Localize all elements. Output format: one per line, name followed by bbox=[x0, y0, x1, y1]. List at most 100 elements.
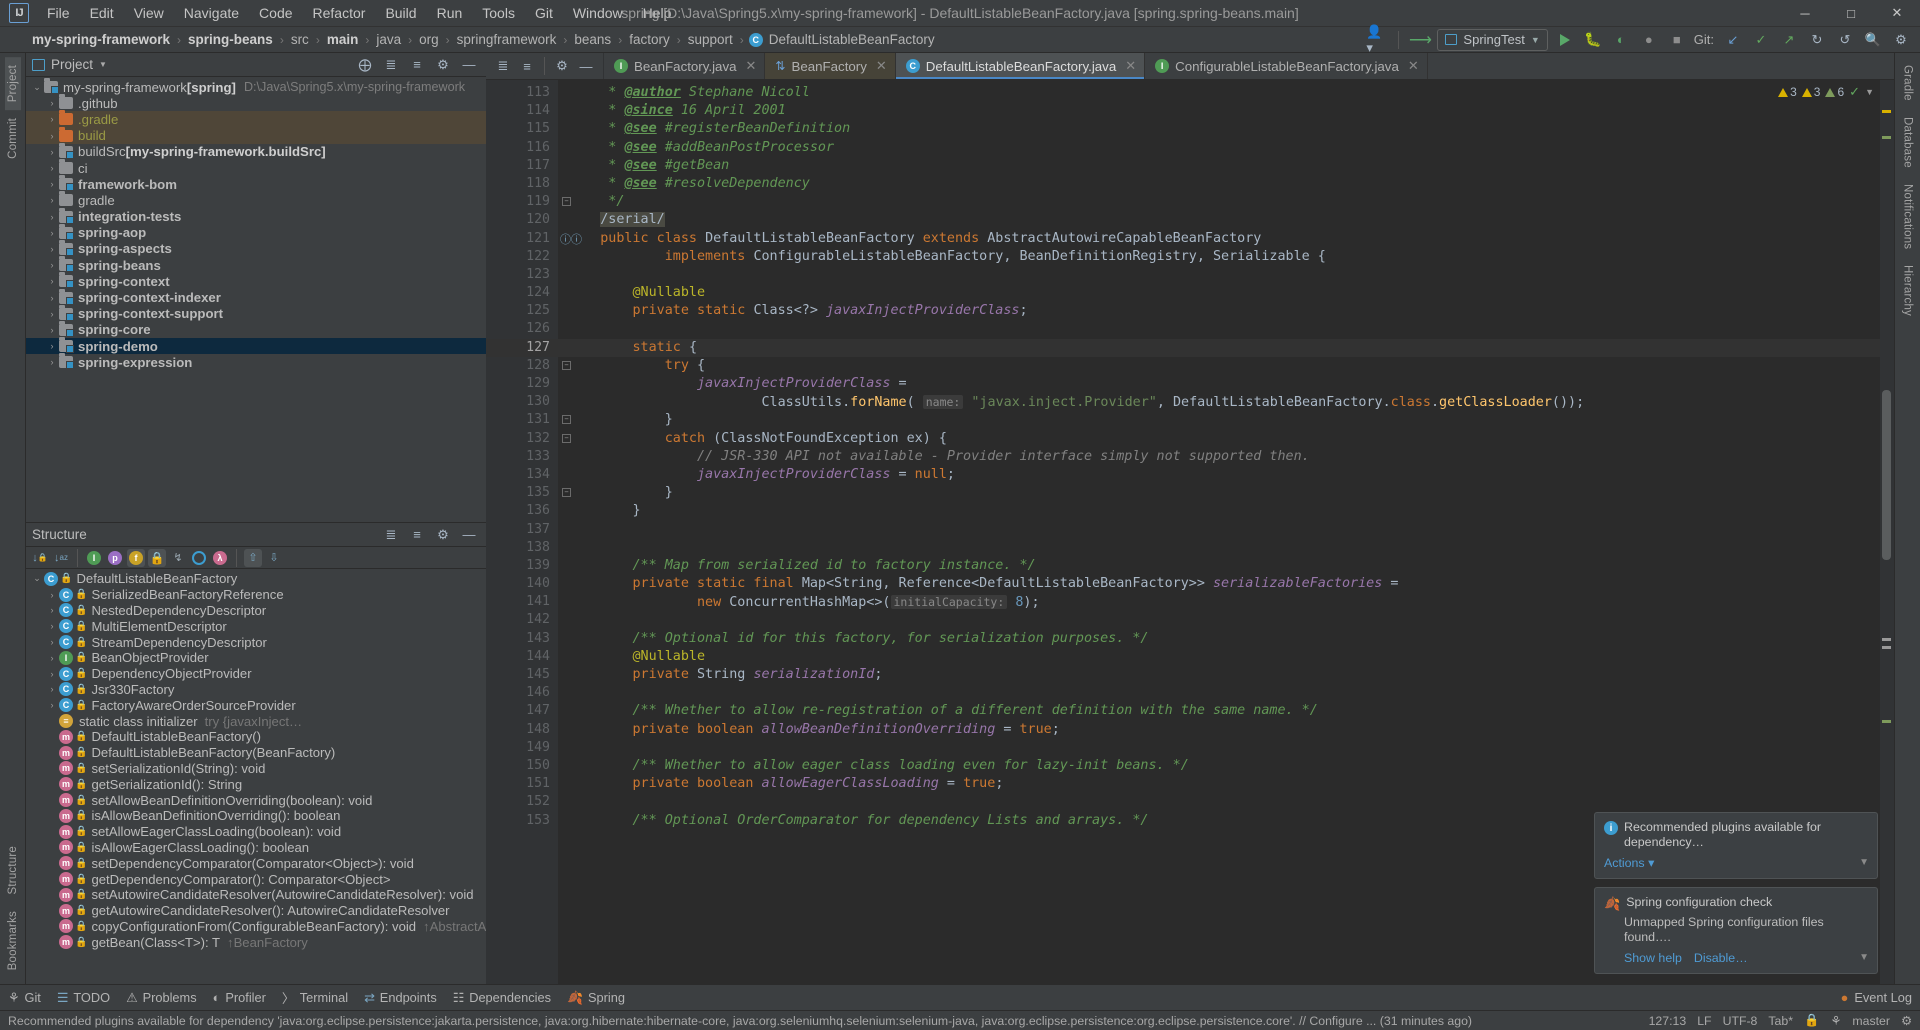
menu-file[interactable]: File bbox=[37, 1, 80, 25]
chevron-right-icon[interactable]: › bbox=[45, 195, 59, 205]
chevron-right-icon[interactable]: › bbox=[45, 684, 59, 694]
line-number[interactable]: 146 bbox=[486, 684, 558, 702]
chevron-right-icon[interactable]: › bbox=[45, 147, 59, 157]
chevron-right-icon[interactable]: › bbox=[45, 637, 59, 647]
line-number[interactable]: 153 bbox=[486, 812, 558, 830]
menu-run[interactable]: Run bbox=[427, 1, 473, 25]
tool-window-button-dependencies[interactable]: ☷ Dependencies bbox=[453, 990, 551, 1006]
info-stripe[interactable] bbox=[1882, 638, 1891, 641]
line-number[interactable]: 144 bbox=[486, 648, 558, 666]
expand-icon[interactable]: ≣ bbox=[492, 55, 514, 77]
project-tree-row[interactable]: › spring-context bbox=[26, 272, 486, 289]
chevron-right-icon[interactable]: › bbox=[45, 179, 59, 189]
line-number[interactable]: 132− bbox=[486, 430, 571, 448]
chevron-right-icon[interactable]: › bbox=[45, 309, 59, 319]
structure-tree-row[interactable]: m 🔒 getAutowireCandidateResolver(): Autowi… bbox=[26, 903, 486, 919]
structure-tree-row[interactable]: m 🔒 DefaultListableBeanFactory(BeanFactory… bbox=[26, 745, 486, 761]
chevron-right-icon[interactable]: › bbox=[45, 212, 59, 222]
code-line[interactable]: /** Whether to allow re-registration of … bbox=[568, 702, 1880, 720]
status-message[interactable]: Recommended plugins available for depend… bbox=[8, 1014, 1643, 1028]
weak-warnings-count[interactable]: 3 bbox=[1801, 85, 1820, 99]
hide-icon[interactable]: — bbox=[458, 524, 480, 546]
file-encoding[interactable]: UTF-8 bbox=[1723, 1014, 1758, 1028]
tool-window-button-gradle[interactable]: Gradle bbox=[1900, 57, 1916, 109]
event-log-button[interactable]: ● Event Log bbox=[1841, 990, 1912, 1005]
menu-navigate[interactable]: Navigate bbox=[174, 1, 249, 25]
project-panel-title-group[interactable]: Project ▼ bbox=[32, 57, 107, 72]
tool-window-button-endpoints[interactable]: ⇄ Endpoints bbox=[364, 990, 437, 1006]
breadcrumb-src[interactable]: src bbox=[289, 31, 311, 48]
chevron-right-icon[interactable]: › bbox=[45, 590, 59, 600]
code-line[interactable]: * @see #resolveDependency bbox=[568, 175, 1880, 193]
typos-count[interactable]: 6 bbox=[1825, 85, 1844, 99]
structure-tree-row[interactable]: › C 🔒 FactoryAwareOrderSourceProvider bbox=[26, 697, 486, 713]
chevron-down-icon[interactable]: ⌄ bbox=[30, 573, 44, 584]
line-number[interactable]: 124 bbox=[486, 284, 558, 302]
menu-build[interactable]: Build bbox=[375, 1, 426, 25]
project-tree-row[interactable]: ⌄ my-spring-framework [spring] D:\Java\Spr… bbox=[26, 78, 486, 95]
structure-tree-row[interactable]: › C 🔒 DependencyObjectProvider bbox=[26, 666, 486, 682]
line-number[interactable]: 114 bbox=[486, 102, 558, 120]
stop-icon[interactable]: ■ bbox=[1666, 29, 1688, 51]
code-line[interactable]: * @author Stephane Nicoll bbox=[568, 84, 1880, 102]
code-line[interactable]: private String serializationId; bbox=[568, 666, 1880, 684]
structure-tree-row[interactable]: m 🔒 setAllowEagerClassLoading(boolean): vo… bbox=[26, 824, 486, 840]
code-line[interactable]: /serial/ bbox=[568, 211, 1880, 229]
sort-by-visibility-icon[interactable]: ↓ 🔒 bbox=[31, 549, 49, 567]
scroll-thumb[interactable] bbox=[1882, 390, 1891, 560]
structure-tree-row[interactable]: m 🔒 getSerializationId(): String bbox=[26, 776, 486, 792]
chevron-right-icon[interactable]: › bbox=[45, 228, 59, 238]
account-icon[interactable]: 👤▾ bbox=[1366, 24, 1388, 55]
indent-setting[interactable]: Tab* bbox=[1768, 1014, 1793, 1028]
line-number[interactable]: 131− bbox=[486, 411, 571, 429]
close-icon[interactable]: ✕ bbox=[876, 58, 887, 74]
chevron-right-icon[interactable]: › bbox=[45, 357, 59, 367]
line-number[interactable]: 135− bbox=[486, 484, 571, 502]
editor-tab[interactable]: I BeanFactory.java ✕ bbox=[604, 53, 766, 79]
breadcrumb-beans[interactable]: beans bbox=[572, 31, 613, 48]
settings-icon[interactable]: ⚙ bbox=[551, 55, 573, 77]
chevron-right-icon[interactable]: › bbox=[45, 341, 59, 351]
code-line[interactable]: } bbox=[568, 411, 1880, 429]
inspection-ok-icon[interactable]: ✓ bbox=[1849, 84, 1860, 100]
line-number[interactable]: 117 bbox=[486, 157, 558, 175]
show-fields-icon[interactable]: f bbox=[127, 548, 145, 567]
project-tree-row[interactable]: › spring-context-indexer bbox=[26, 288, 486, 305]
maximize-button[interactable]: □ bbox=[1828, 0, 1874, 27]
project-tree-row[interactable]: › .gradle bbox=[26, 110, 486, 128]
line-separator[interactable]: LF bbox=[1697, 1014, 1711, 1028]
scroll-from-source-icon[interactable]: ⨁ bbox=[354, 54, 376, 76]
line-number[interactable]: 125 bbox=[486, 302, 558, 320]
code-line[interactable]: /** Map from serialized id to factory in… bbox=[568, 557, 1880, 575]
git-branch[interactable]: master bbox=[1852, 1014, 1890, 1028]
history-icon[interactable]: ↻ bbox=[1806, 29, 1828, 51]
line-number[interactable]: 137 bbox=[486, 521, 558, 539]
line-number[interactable]: 145 bbox=[486, 666, 558, 684]
hide-icon[interactable]: — bbox=[575, 55, 597, 77]
tool-window-button-commit[interactable]: Commit bbox=[5, 110, 21, 167]
chevron-down-icon[interactable]: ⌄ bbox=[30, 82, 44, 93]
chevron-right-icon[interactable]: › bbox=[45, 244, 59, 254]
code-line[interactable] bbox=[568, 539, 1880, 557]
disable-link[interactable]: Disable… bbox=[1694, 951, 1748, 966]
git-commit-icon[interactable]: ✓ bbox=[1750, 29, 1772, 51]
code-line[interactable]: * @see #getBean bbox=[568, 157, 1880, 175]
line-number[interactable]: 134 bbox=[486, 466, 558, 484]
chevron-right-icon[interactable]: › bbox=[45, 700, 59, 710]
code-line[interactable] bbox=[568, 266, 1880, 284]
breadcrumb-main[interactable]: main bbox=[325, 31, 361, 48]
editor-tab[interactable]: C DefaultListableBeanFactory.java ✕ bbox=[895, 53, 1146, 79]
inspection-icon[interactable]: ⚙ bbox=[1901, 1014, 1912, 1028]
code-line[interactable]: } bbox=[568, 484, 1880, 502]
structure-tree-row[interactable]: ⌄ C 🔒 DefaultListableBeanFactory bbox=[26, 571, 486, 587]
structure-tree-row[interactable]: m 🔒 DefaultListableBeanFactory() bbox=[26, 729, 486, 745]
chevron-right-icon[interactable]: › bbox=[45, 653, 59, 663]
menu-git[interactable]: Git bbox=[525, 1, 563, 25]
menu-view[interactable]: View bbox=[124, 1, 174, 25]
sort-alphabetically-icon[interactable]: ↓ az bbox=[52, 549, 70, 567]
chevron-right-icon[interactable]: › bbox=[45, 163, 59, 173]
code-line[interactable]: /** Whether to allow eager class loading… bbox=[568, 757, 1880, 775]
project-tree-row[interactable]: › ci bbox=[26, 159, 486, 176]
close-icon[interactable]: ✕ bbox=[1125, 58, 1136, 74]
line-number[interactable]: 143 bbox=[486, 630, 558, 648]
